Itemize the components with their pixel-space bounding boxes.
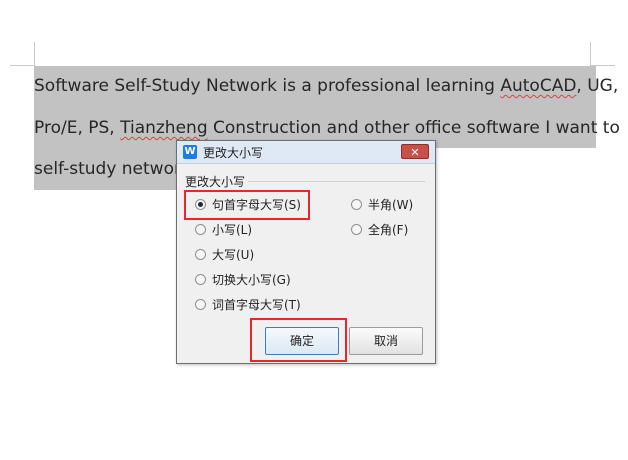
margin-mark-left-horizontal [10, 65, 35, 66]
highlight-sentence-case [184, 190, 310, 220]
dialog-titlebar[interactable]: W 更改大小写 ✕ [177, 141, 435, 164]
doc-text-misspelled: AutoCAD [500, 76, 577, 96]
radio-full-width[interactable]: 全角(F) [351, 222, 408, 238]
radio-capitalize-words[interactable]: 词首字母大写(T) [195, 297, 301, 313]
margin-mark-left-vertical [34, 42, 35, 66]
radio-icon[interactable] [195, 274, 206, 285]
doc-text: Construction and other office software I… [207, 118, 620, 138]
radio-toggle-case[interactable]: 切换大小写(G) [195, 272, 291, 288]
radio-icon[interactable] [195, 299, 206, 310]
doc-text: Pro/E, PS, [34, 118, 121, 138]
close-button[interactable]: ✕ [401, 144, 429, 159]
document-line-2[interactable]: Pro/E, PS, Tianzheng Construction and ot… [34, 116, 620, 140]
document-line-1[interactable]: Software Self-Study Network is a profess… [34, 74, 618, 98]
radio-uppercase[interactable]: 大写(U) [195, 247, 254, 263]
margin-mark-right-vertical [590, 42, 591, 66]
group-divider [237, 181, 425, 182]
cancel-button[interactable]: 取消 [349, 327, 423, 355]
option-label: 大写(U) [212, 248, 255, 262]
radio-half-width[interactable]: 半角(W) [351, 197, 413, 213]
dialog-title: 更改大小写 [203, 146, 264, 160]
option-label: 半角(W) [368, 198, 414, 212]
doc-text: , UG, [576, 76, 619, 96]
highlight-ok-button [250, 318, 347, 362]
doc-text: Software Self-Study Network is a profess… [34, 76, 501, 96]
radio-icon[interactable] [351, 199, 362, 210]
wps-writer-icon: W [183, 145, 197, 159]
radio-icon[interactable] [195, 224, 206, 235]
radio-icon[interactable] [351, 224, 362, 235]
radio-icon[interactable] [195, 249, 206, 260]
doc-text-misspelled: Tianzheng [120, 118, 208, 138]
option-label: 词首字母大写(T) [212, 298, 301, 312]
radio-lowercase[interactable]: 小写(L) [195, 222, 252, 238]
document-line-3[interactable]: self-study network [34, 157, 191, 181]
option-label: 切换大小写(G) [212, 273, 291, 287]
option-label: 全角(F) [368, 223, 409, 237]
doc-text: self-study network [34, 159, 191, 179]
option-label: 小写(L) [212, 223, 253, 237]
group-label: 更改大小写 [185, 173, 249, 190]
